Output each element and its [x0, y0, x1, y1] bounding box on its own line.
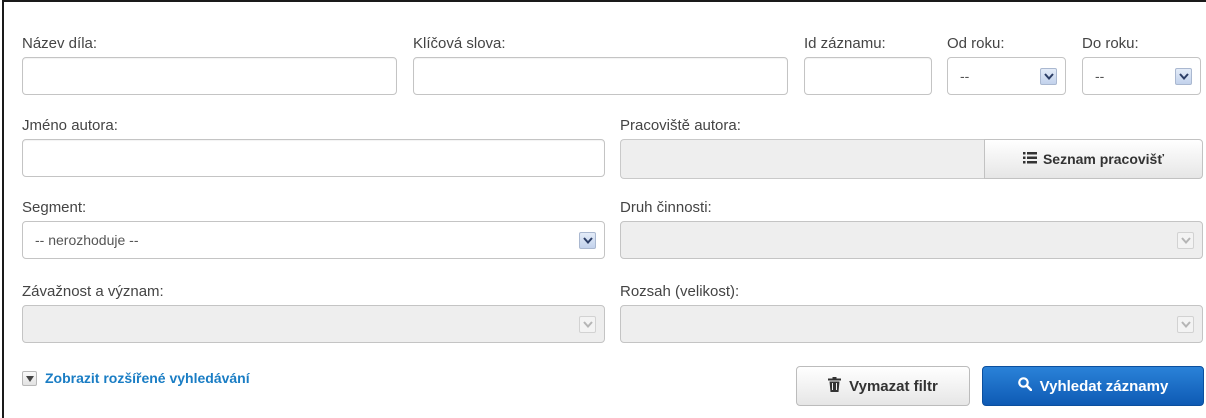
chevron-down-icon[interactable] — [1175, 68, 1192, 85]
segment-label: Segment: — [22, 199, 87, 216]
seznam-pracovist-button[interactable]: Seznam pracovišť — [984, 139, 1203, 179]
do-roku-label: Do roku: — [1082, 35, 1139, 52]
clear-filter-button[interactable]: Vymazat filtr — [796, 366, 970, 406]
druh-cinnosti-select[interactable] — [620, 221, 1203, 259]
od-roku-value: -- — [960, 68, 970, 84]
chevron-down-icon — [1177, 232, 1194, 249]
od-roku-select[interactable]: -- — [947, 57, 1066, 95]
advanced-search-toggle[interactable]: Zobrazit rozšířené vyhledávání — [22, 370, 250, 386]
do-roku-value: -- — [1095, 68, 1105, 84]
search-icon — [1017, 377, 1032, 395]
list-icon — [1022, 151, 1037, 167]
jmeno-autora-input[interactable] — [22, 139, 605, 177]
rozsah-label: Rozsah (velikost): — [620, 283, 740, 300]
trash-icon — [828, 376, 842, 396]
druh-cinnosti-label: Druh činnosti: — [620, 199, 712, 216]
segment-select[interactable]: -- nerozhoduje -- — [22, 221, 605, 259]
klicova-slova-input[interactable] — [413, 57, 788, 95]
klicova-slova-label: Klíčová slova: — [413, 35, 506, 52]
advanced-search-link[interactable]: Zobrazit rozšířené vyhledávání — [45, 370, 250, 386]
chevron-down-icon[interactable] — [1040, 68, 1057, 85]
search-records-label: Vyhledat záznamy — [1039, 377, 1169, 395]
id-zaznamu-label: Id záznamu: — [804, 35, 886, 52]
segment-value: -- nerozhoduje -- — [35, 232, 139, 248]
search-records-button[interactable]: Vyhledat záznamy — [982, 366, 1204, 406]
pracoviste-autora-label: Pracoviště autora: — [620, 117, 741, 134]
rozsah-select[interactable] — [620, 305, 1203, 343]
clear-filter-label: Vymazat filtr — [849, 377, 938, 395]
do-roku-select[interactable]: -- — [1082, 57, 1201, 95]
chevron-down-icon — [579, 316, 596, 333]
zavaznost-label: Závažnost a význam: — [22, 283, 164, 300]
pracoviste-autora-input — [620, 139, 984, 179]
caret-down-icon[interactable] — [22, 370, 37, 386]
nazev-dila-label: Název díla: — [22, 35, 98, 52]
chevron-down-icon — [1177, 316, 1194, 333]
nazev-dila-input[interactable] — [22, 57, 397, 95]
seznam-pracovist-label: Seznam pracovišť — [1042, 151, 1165, 167]
od-roku-label: Od roku: — [947, 35, 1005, 52]
jmeno-autora-label: Jméno autora: — [22, 117, 118, 134]
id-zaznamu-input[interactable] — [804, 57, 932, 95]
chevron-down-icon[interactable] — [579, 232, 596, 249]
zavaznost-select[interactable] — [22, 305, 605, 343]
